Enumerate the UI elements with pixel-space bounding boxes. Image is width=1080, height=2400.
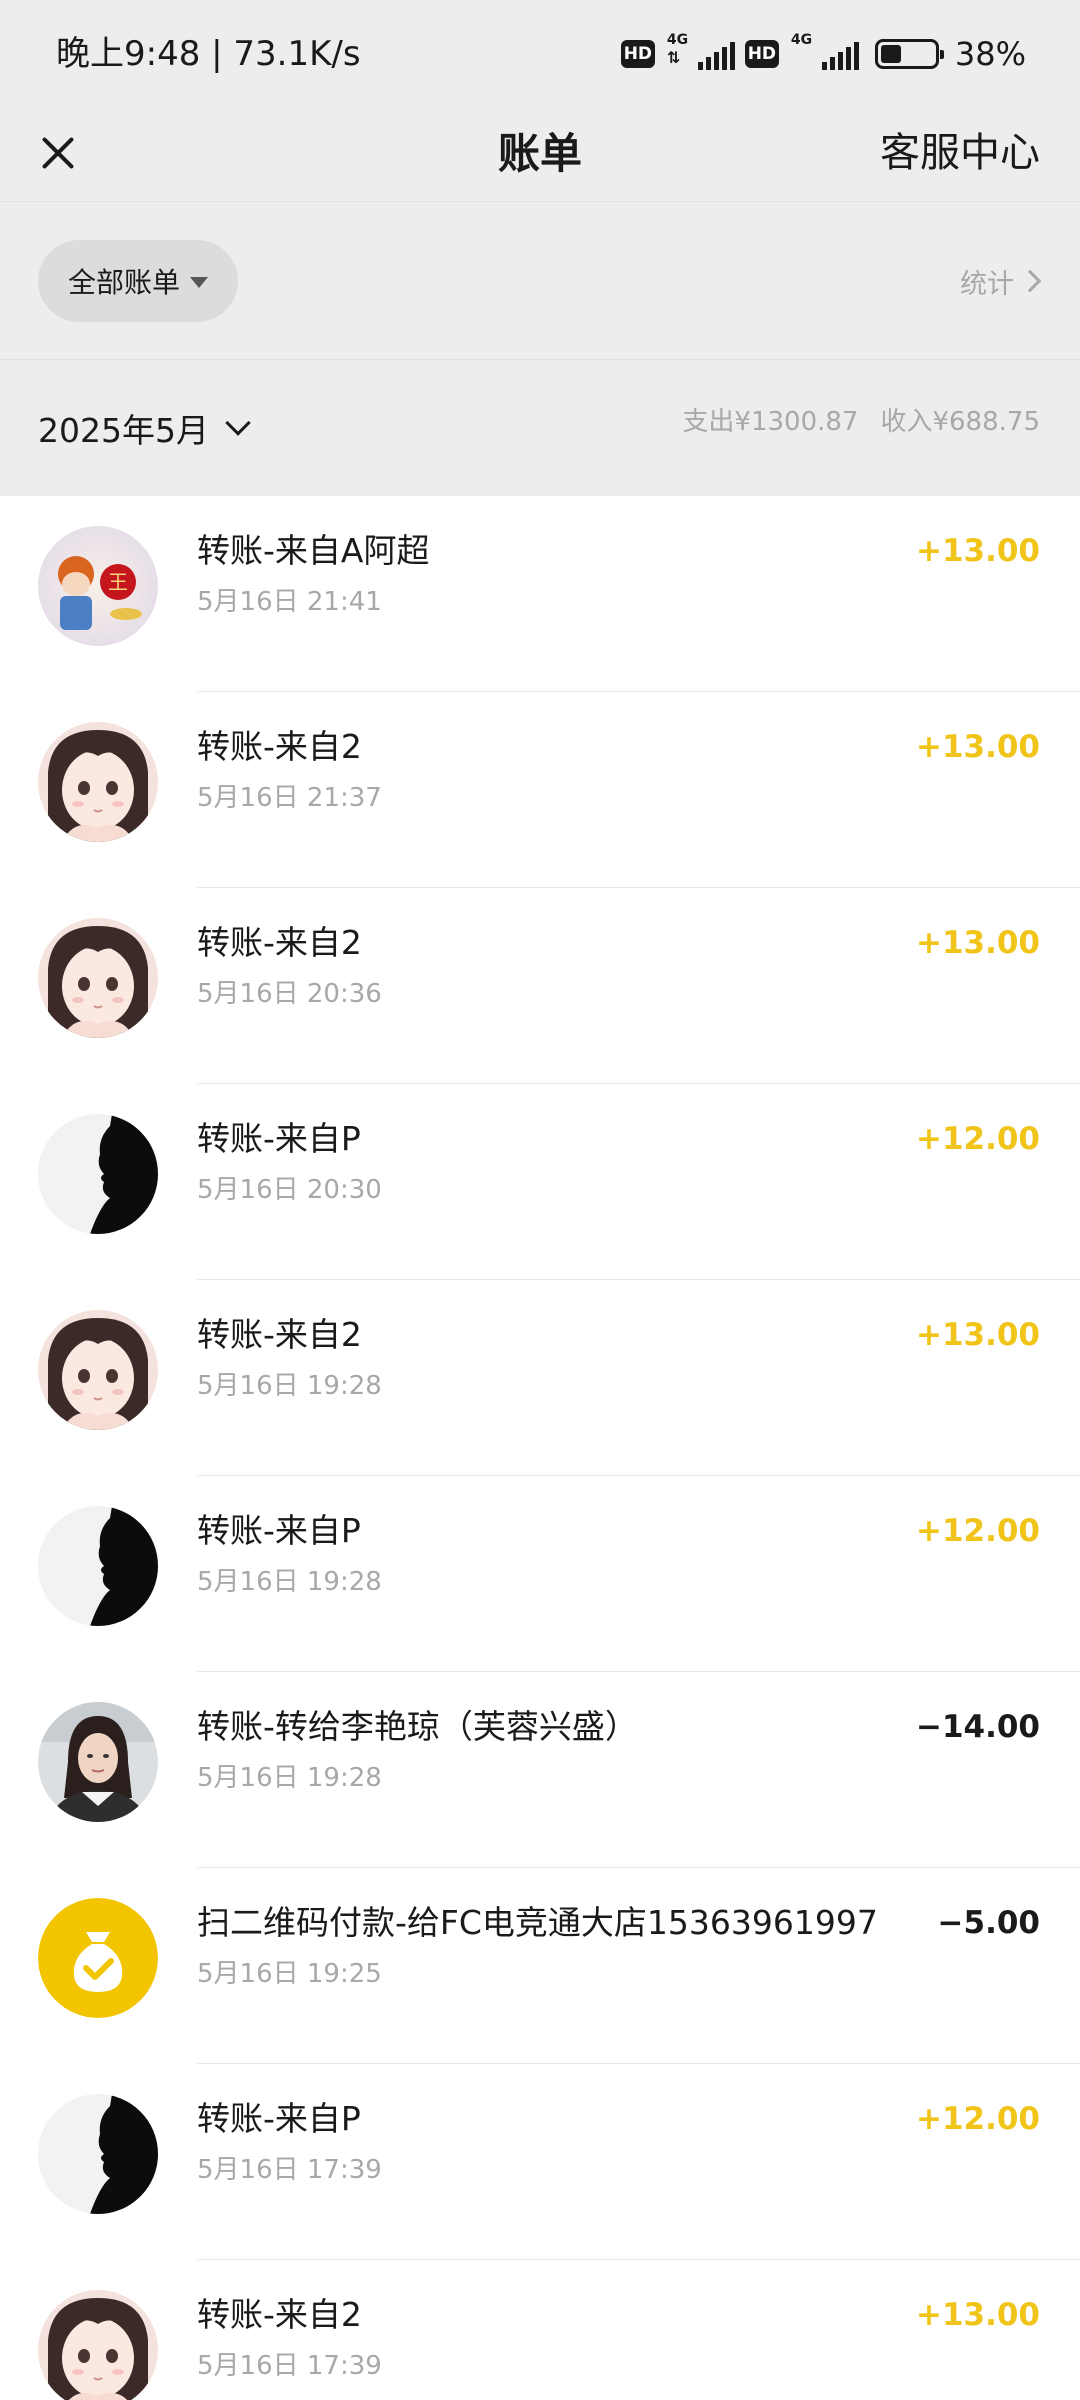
transaction-amount: +12.00: [915, 1121, 1040, 1157]
battery-percent: 38%: [954, 35, 1026, 73]
month-income: 收入¥688.75: [880, 407, 1040, 437]
avatar-anime-girl-avatar: [38, 918, 158, 1038]
avatar-anime-girl-avatar: [38, 2290, 158, 2400]
transaction-row[interactable]: 转账-来自2 5月16日 17:39 +13.00: [0, 2260, 1080, 2400]
status-bar: 晚上9:48 | 73.1K/s HD 4G ⇅ HD 4G 38%: [0, 0, 1080, 105]
transaction-list: 王 转账-来自A阿超 5月16日 21:41 +13.00 转账-来自2 5月16日 21…: [0, 496, 1080, 2400]
chevron-down-icon: [225, 410, 251, 436]
filter-bar: 全部账单 统计: [0, 202, 1080, 360]
transaction-row[interactable]: 转账-转给李艳琼（芙蓉兴盛） 5月16日 19:28 −14.00: [0, 1672, 1080, 1868]
bill-filter-dropdown[interactable]: 全部账单: [38, 240, 238, 322]
transaction-amount: +13.00: [915, 1317, 1040, 1353]
month-expense: 支出¥1300.87: [682, 407, 859, 437]
network-type-label-2: 4G: [790, 32, 813, 48]
bill-filter-label: 全部账单: [67, 266, 180, 299]
transaction-time: 5月16日 19:25: [197, 1959, 382, 1989]
transaction-amount: +13.00: [915, 925, 1040, 961]
battery-level: [880, 45, 901, 63]
transaction-row[interactable]: 转账-来自P 5月16日 17:39 +12.00: [0, 2064, 1080, 2260]
status-time-speed: 晚上9:48 | 73.1K/s: [56, 34, 361, 74]
transaction-row[interactable]: 转账-来自2 5月16日 20:36 +13.00: [0, 888, 1080, 1084]
transaction-amount: +13.00: [915, 533, 1040, 569]
statistics-link[interactable]: 统计: [960, 240, 1042, 322]
transaction-row[interactable]: 扫二维码付款-给FC电竞通大店15363961997 5月16日 19:25 −5.…: [0, 1868, 1080, 2064]
avatar-silhouette-avatar: [38, 2094, 158, 2214]
transaction-row[interactable]: 转账-来自P 5月16日 20:30 +12.00: [0, 1084, 1080, 1280]
transaction-title: 扫二维码付款-给FC电竞通大店15363961997: [197, 1903, 878, 1942]
statistics-label: 统计: [960, 268, 1014, 300]
month-selector[interactable]: 2025年5月: [38, 360, 251, 496]
transaction-amount: +13.00: [915, 2297, 1040, 2333]
chevron-right-icon: [1018, 269, 1042, 293]
hd-icon: HD: [620, 40, 655, 68]
month-summary: 支出¥1300.87 收入¥688.75: [682, 360, 1040, 484]
battery-icon: [874, 39, 944, 69]
month-header: 2025年5月 支出¥1300.87 收入¥688.75: [0, 360, 1080, 496]
transaction-amount: +13.00: [915, 729, 1040, 765]
transaction-amount: +12.00: [915, 2101, 1040, 2137]
transaction-row[interactable]: 转账-来自2 5月16日 21:37 +13.00: [0, 692, 1080, 888]
transaction-time: 5月16日 19:28: [197, 1567, 382, 1597]
transaction-time: 5月16日 17:39: [197, 2155, 382, 2185]
transaction-row[interactable]: 转账-来自P 5月16日 19:28 +12.00: [0, 1476, 1080, 1672]
caret-down-icon: [190, 276, 208, 288]
svg-text:王: 王: [108, 570, 128, 594]
avatar-photo-woman-avatar: [38, 1702, 158, 1822]
transaction-title: 转账-来自A阿超: [197, 531, 430, 570]
transaction-time: 5月16日 19:28: [197, 1371, 382, 1401]
transaction-time: 5月16日 17:39: [197, 2351, 382, 2381]
transaction-row[interactable]: 王 转账-来自A阿超 5月16日 21:41 +13.00: [0, 496, 1080, 692]
transaction-time: 5月16日 21:41: [197, 587, 382, 617]
hd-icon-2: HD: [744, 40, 779, 68]
transaction-amount: −14.00: [915, 1709, 1040, 1745]
money-bag-icon: [38, 1898, 158, 2018]
transaction-row[interactable]: 转账-来自2 5月16日 19:28 +13.00: [0, 1280, 1080, 1476]
avatar-cartoon-avatar: 王: [38, 526, 158, 646]
transaction-title: 转账-来自2: [197, 727, 362, 766]
avatar-anime-girl-avatar: [38, 1310, 158, 1430]
transaction-amount: +12.00: [915, 1513, 1040, 1549]
transaction-time: 5月16日 19:28: [197, 1763, 382, 1793]
transaction-title: 转账-来自2: [197, 1315, 362, 1354]
transaction-title: 转账-来自P: [197, 1119, 361, 1158]
transaction-time: 5月16日 21:37: [197, 783, 382, 813]
close-icon[interactable]: [28, 123, 88, 183]
transaction-time: 5月16日 20:36: [197, 979, 382, 1009]
avatar-silhouette-avatar: [38, 1114, 158, 1234]
avatar-silhouette-avatar: [38, 1506, 158, 1626]
network-type-label: 4G: [666, 32, 689, 48]
transaction-title: 转账-转给李艳琼（芙蓉兴盛）: [197, 1707, 638, 1746]
nav-bar: 账单 客服中心: [0, 105, 1080, 202]
transaction-title: 转账-来自2: [197, 2295, 362, 2334]
transaction-title: 转账-来自P: [197, 1511, 361, 1550]
transaction-title: 转账-来自P: [197, 2099, 361, 2138]
transaction-time: 5月16日 20:30: [197, 1175, 382, 1205]
transaction-title: 转账-来自2: [197, 923, 362, 962]
avatar-anime-girl-avatar: [38, 722, 158, 842]
status-icons: HD 4G ⇅ HD 4G 38%: [620, 30, 1026, 78]
customer-service-button[interactable]: 客服中心: [880, 105, 1040, 202]
signal-icon-2: 4G: [789, 32, 859, 74]
month-label: 2025年5月: [38, 411, 209, 450]
signal-icon: 4G ⇅: [665, 32, 735, 74]
transaction-amount: −5.00: [937, 1905, 1040, 1941]
